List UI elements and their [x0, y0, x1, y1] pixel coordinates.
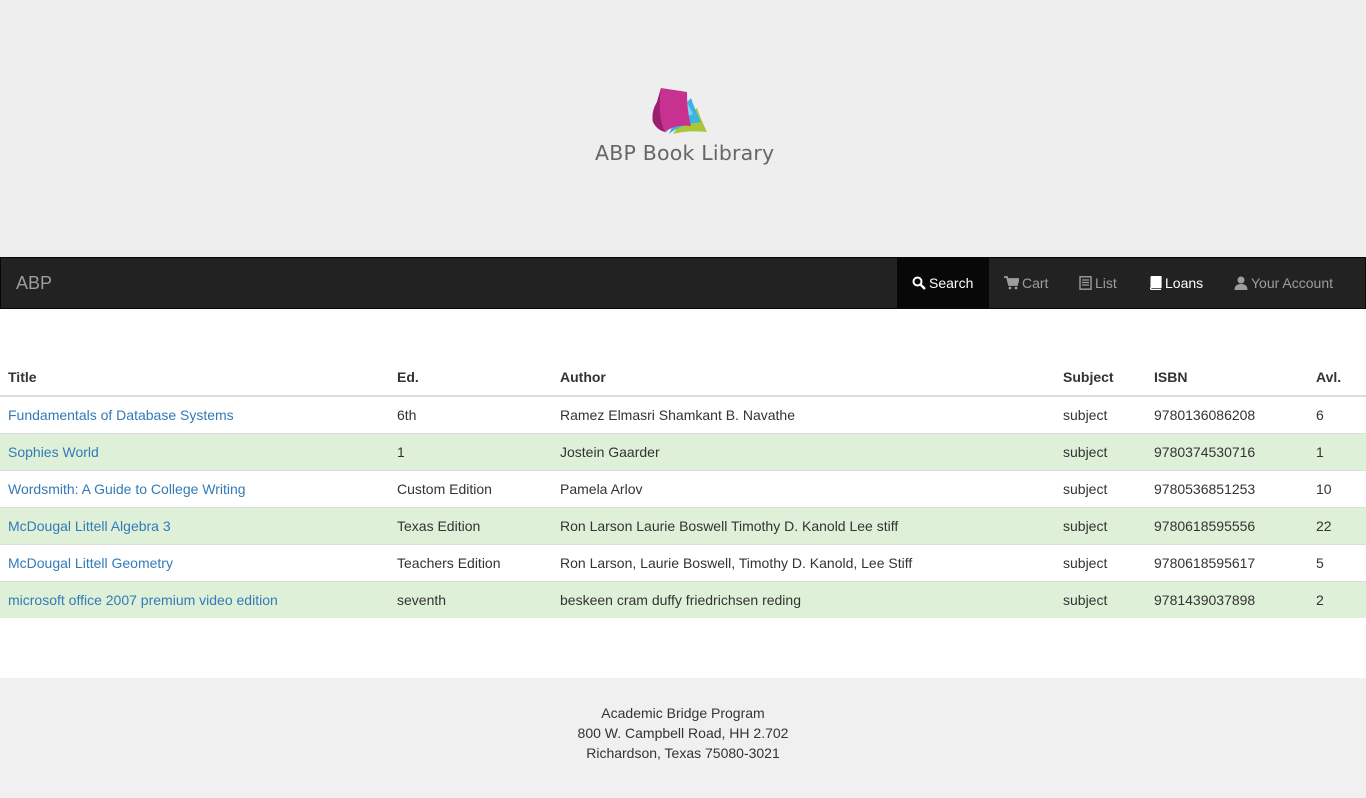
column-header-subject[interactable]: Subject — [1055, 358, 1146, 397]
cell-available: 2 — [1308, 580, 1366, 618]
brand-header: ABP Book Library — [0, 0, 1366, 257]
cell-available: 1 — [1308, 432, 1366, 470]
cell-title: Fundamentals of Database Systems — [0, 395, 389, 433]
cell-author: Pamela Arlov — [552, 469, 1055, 507]
logo-text: ABP Book Library — [595, 141, 775, 165]
column-header-available[interactable]: Avl. — [1308, 358, 1366, 397]
table-row: McDougal Littell Geometry Teachers Editi… — [0, 543, 1366, 581]
cell-isbn: 9780618595617 — [1146, 543, 1308, 581]
table-row: Sophies World 1 Jostein Gaarder subject … — [0, 432, 1366, 470]
cell-available: 10 — [1308, 469, 1366, 507]
cell-isbn: 9780536851253 — [1146, 469, 1308, 507]
cell-isbn: 9780136086208 — [1146, 395, 1308, 433]
cell-available: 6 — [1308, 395, 1366, 433]
book-title-link[interactable]: Fundamentals of Database Systems — [8, 407, 234, 423]
navbar-brand[interactable]: ABP — [16, 272, 52, 294]
nav-cart-label: Cart — [1022, 275, 1049, 291]
cell-author: Ron Larson Laurie Boswell Timothy D. Kan… — [552, 506, 1055, 544]
footer-program-name: Academic Bridge Program — [601, 705, 765, 721]
table-row: Wordsmith: A Guide to College Writing Cu… — [0, 469, 1366, 507]
nav-search[interactable]: Search — [897, 258, 989, 308]
cell-isbn: 9781439037898 — [1146, 580, 1308, 618]
nav-your-account[interactable]: Your Account — [1234, 258, 1333, 308]
book-title-link[interactable]: Wordsmith: A Guide to College Writing — [8, 481, 246, 497]
column-header-author[interactable]: Author — [552, 358, 1055, 397]
table-header-row: Title Ed. Author Subject ISBN Avl. — [0, 358, 1366, 397]
cell-title: McDougal Littell Algebra 3 — [0, 506, 389, 544]
nav-search-label: Search — [929, 275, 974, 291]
cell-subject: subject — [1055, 543, 1146, 581]
cell-edition: Teachers Edition — [389, 543, 552, 581]
cell-author: Jostein Gaarder — [552, 432, 1055, 470]
column-header-edition[interactable]: Ed. — [389, 358, 552, 397]
cell-title: McDougal Littell Geometry — [0, 543, 389, 581]
cell-edition: seventh — [389, 580, 552, 618]
cell-edition: Texas Edition — [389, 506, 552, 544]
books-logo-icon — [652, 88, 707, 134]
cell-title: Sophies World — [0, 432, 389, 470]
cell-subject: subject — [1055, 469, 1146, 507]
navbar: ABP Search Cart List Loans Your Account — [0, 257, 1366, 309]
book-icon — [1149, 275, 1162, 291]
cell-edition: Custom Edition — [389, 469, 552, 507]
book-title-link[interactable]: Sophies World — [8, 444, 99, 460]
book-title-link[interactable]: microsoft office 2007 premium video edit… — [8, 592, 278, 608]
cell-title: microsoft office 2007 premium video edit… — [0, 580, 389, 618]
cell-subject: subject — [1055, 580, 1146, 618]
cart-icon — [1004, 276, 1020, 290]
footer: Academic Bridge Program 800 W. Campbell … — [0, 678, 1366, 798]
user-icon — [1234, 276, 1248, 290]
footer-address-street: 800 W. Campbell Road, HH 2.702 — [577, 725, 789, 741]
column-header-title[interactable]: Title — [0, 358, 389, 397]
nav-list-label: List — [1095, 275, 1117, 291]
table-row: Fundamentals of Database Systems 6th Ram… — [0, 395, 1366, 433]
cell-subject: subject — [1055, 395, 1146, 433]
table-row: McDougal Littell Algebra 3 Texas Edition… — [0, 506, 1366, 544]
books-table: Title Ed. Author Subject ISBN Avl. Funda… — [0, 358, 1366, 618]
cell-isbn: 9780374530716 — [1146, 432, 1308, 470]
cell-available: 22 — [1308, 506, 1366, 544]
nav-loans[interactable]: Loans — [1149, 258, 1203, 308]
book-title-link[interactable]: McDougal Littell Algebra 3 — [8, 518, 171, 534]
footer-address-city: Richardson, Texas 75080-3021 — [586, 745, 780, 761]
book-title-link[interactable]: McDougal Littell Geometry — [8, 555, 173, 571]
library-logo[interactable]: ABP Book Library — [593, 86, 775, 170]
cell-isbn: 9780618595556 — [1146, 506, 1308, 544]
cell-title: Wordsmith: A Guide to College Writing — [0, 469, 389, 507]
cell-edition: 1 — [389, 432, 552, 470]
cell-subject: subject — [1055, 432, 1146, 470]
search-icon — [912, 276, 926, 290]
cell-author: beskeen cram duffy friedrichsen reding — [552, 580, 1055, 618]
cell-subject: subject — [1055, 506, 1146, 544]
nav-cart[interactable]: Cart — [1004, 258, 1048, 308]
table-row: microsoft office 2007 premium video edit… — [0, 580, 1366, 618]
nav-loans-label: Loans — [1165, 275, 1204, 291]
cell-available: 5 — [1308, 543, 1366, 581]
column-header-isbn[interactable]: ISBN — [1146, 358, 1308, 397]
cell-author: Ramez Elmasri Shamkant B. Navathe — [552, 395, 1055, 433]
nav-list[interactable]: List — [1079, 258, 1117, 308]
nav-your-account-label: Your Account — [1251, 275, 1333, 291]
list-icon — [1079, 276, 1092, 290]
cell-edition: 6th — [389, 395, 552, 433]
cell-author: Ron Larson, Laurie Boswell, Timothy D. K… — [552, 543, 1055, 581]
